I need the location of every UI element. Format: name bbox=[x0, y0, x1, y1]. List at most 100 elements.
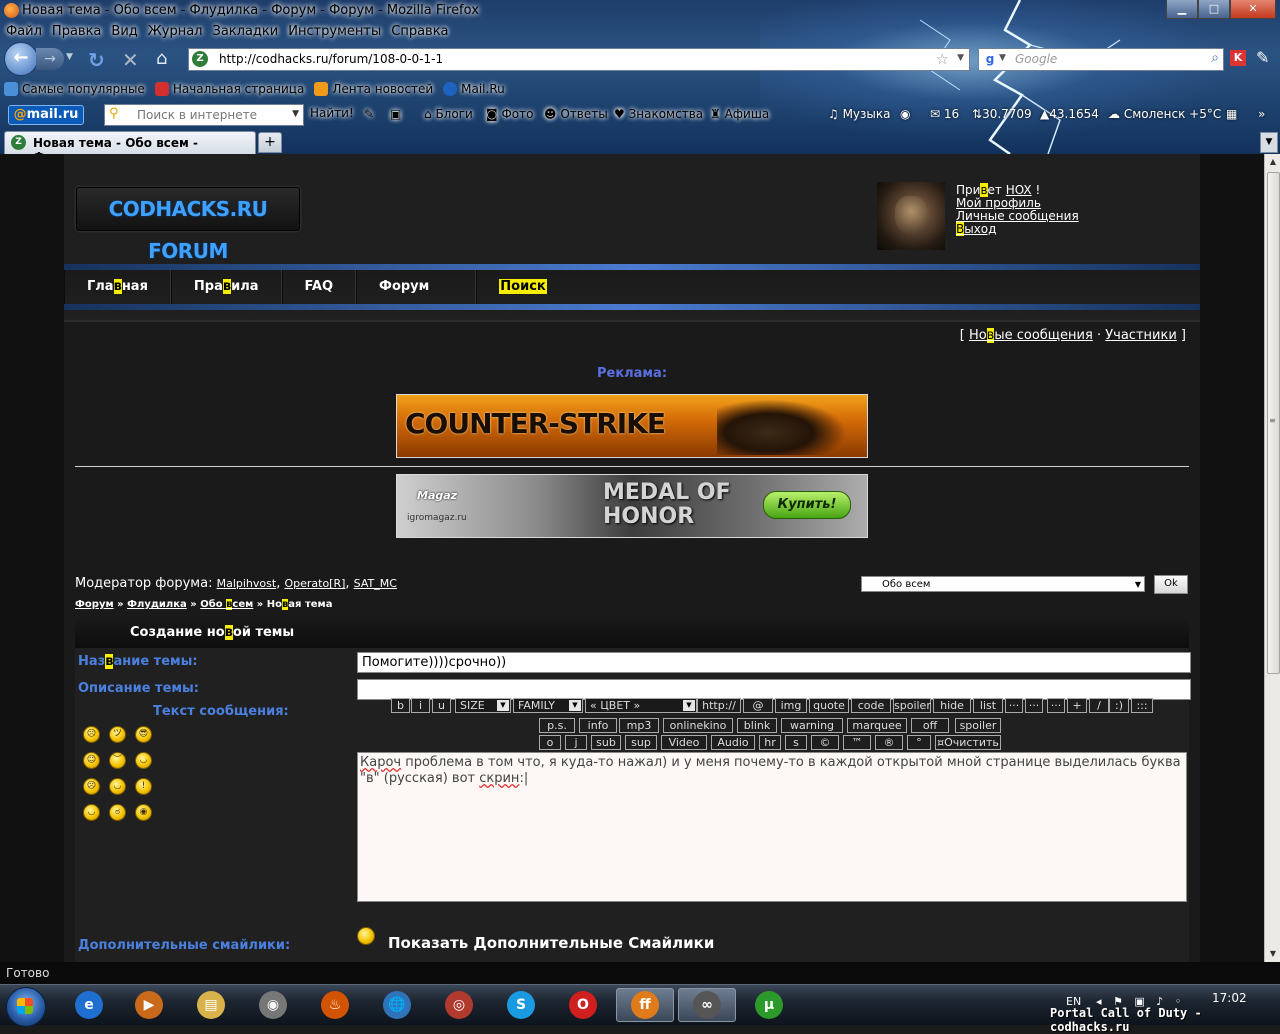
bbcode-button[interactable]: Video bbox=[661, 735, 707, 750]
bbcode-button[interactable]: ··· bbox=[1025, 698, 1043, 713]
clock[interactable]: 17:02 bbox=[1212, 991, 1247, 1005]
chevron-down-icon[interactable]: ▼ bbox=[292, 109, 299, 119]
bbcode-button[interactable]: spoiler bbox=[955, 718, 1001, 733]
stop-icon[interactable]: ✕ bbox=[122, 48, 139, 72]
toolbar-photo[interactable]: ◙ Фото bbox=[486, 107, 533, 121]
bookmark-start-page[interactable]: Начальная страница bbox=[154, 78, 304, 100]
smiley-icon[interactable]: ◡ bbox=[109, 778, 126, 795]
scroll-down-icon[interactable]: ▼ bbox=[1265, 946, 1280, 962]
maximize-button[interactable]: □ bbox=[1198, 0, 1230, 19]
smiley-icon[interactable]: ☹ bbox=[83, 726, 100, 743]
crumb-fludilka[interactable]: Флудилка bbox=[127, 599, 187, 610]
scroll-up-icon[interactable]: ▲ bbox=[1265, 154, 1280, 170]
taskbar-app-button[interactable]: µ bbox=[740, 988, 798, 1022]
bbcode-button[interactable]: sup bbox=[625, 735, 657, 750]
menu-tools[interactable]: Инструменты bbox=[288, 22, 381, 42]
members-link[interactable]: Участники bbox=[1105, 328, 1177, 343]
addon-icon[interactable]: K bbox=[1230, 50, 1246, 66]
topic-description-input[interactable] bbox=[357, 679, 1191, 700]
bbcode-button[interactable]: spoiler bbox=[893, 698, 931, 713]
nav-rules[interactable]: Правила bbox=[170, 270, 282, 304]
smiley-icon[interactable] bbox=[357, 927, 375, 945]
bbcode-button[interactable]: ::: bbox=[1131, 698, 1153, 713]
reload-icon[interactable]: ↻ bbox=[88, 48, 105, 72]
taskbar-app-button[interactable]: ◎ bbox=[430, 988, 488, 1022]
bbcode-button[interactable]: marquee bbox=[847, 718, 907, 733]
taskbar-app-button[interactable]: ♨ bbox=[306, 988, 364, 1022]
minimize-button[interactable]: ▁ bbox=[1166, 0, 1198, 19]
chat-icon[interactable]: ◉ bbox=[900, 107, 910, 121]
bookmark-mailru[interactable]: Mail.Ru bbox=[443, 78, 505, 100]
bbcode-button[interactable]: img bbox=[775, 698, 807, 713]
nav-faq[interactable]: FAQ bbox=[281, 270, 357, 304]
bookmark-star-icon[interactable]: ☆ bbox=[936, 50, 949, 68]
bbcode-button[interactable]: quote bbox=[809, 698, 849, 713]
crumb-forum[interactable]: Форум bbox=[75, 599, 114, 610]
ok-button[interactable]: Ok bbox=[1154, 575, 1188, 594]
search-engine-dropdown-icon[interactable]: ▼ bbox=[999, 53, 1006, 63]
nav-forum[interactable]: Форум bbox=[356, 270, 477, 304]
tab-new-topic[interactable]: Z Новая тема - Обо всем - Флудилка ... bbox=[4, 131, 256, 154]
bbcode-button[interactable]: / bbox=[1089, 698, 1109, 713]
buy-button[interactable]: Купить! bbox=[763, 491, 851, 519]
bbcode-button[interactable]: i bbox=[411, 698, 430, 713]
bbcode-button[interactable]: SIZE ▼ bbox=[455, 698, 511, 713]
my-profile-link[interactable]: Мой профиль bbox=[956, 196, 1041, 210]
google-icon[interactable]: g bbox=[982, 51, 998, 67]
smiley-icon[interactable]: ◡ bbox=[83, 804, 100, 821]
show-extra-smiles-link[interactable]: Показать Дополнительные Смайлики bbox=[388, 934, 714, 952]
bbcode-button[interactable]: b bbox=[391, 698, 410, 713]
smiley-icon[interactable]: 😎 bbox=[135, 726, 152, 743]
avatar[interactable] bbox=[877, 182, 945, 250]
toolbar-mail-count[interactable]: ✉ 16 bbox=[930, 107, 959, 121]
page-scrollbar[interactable]: ▲ ≡ ▼ bbox=[1264, 154, 1280, 962]
bbcode-button[interactable]: onlinekino bbox=[663, 718, 733, 733]
url-dropdown-icon[interactable]: ▼ bbox=[957, 53, 964, 63]
bbcode-button[interactable]: ··· bbox=[1047, 698, 1065, 713]
counter-strike-banner[interactable]: COUNTER-STRIKE bbox=[396, 394, 868, 458]
tab-list-icon[interactable]: ▼ bbox=[1260, 132, 1278, 153]
toolbar-more-icon[interactable]: » bbox=[1258, 107, 1265, 121]
bbcode-button[interactable]: @ bbox=[743, 698, 773, 713]
bbcode-button[interactable]: :) bbox=[1109, 698, 1129, 713]
find-button[interactable]: Найти! bbox=[310, 106, 354, 120]
new-tab-button[interactable]: + bbox=[258, 132, 282, 153]
bbcode-button[interactable]: s bbox=[785, 735, 807, 750]
settings-icon[interactable]: ✎ bbox=[1256, 48, 1269, 67]
taskbar-app-button[interactable]: S bbox=[492, 988, 550, 1022]
bbcode-button[interactable]: FAMILY ▼ bbox=[513, 698, 583, 713]
taskbar-app-button[interactable]: 🌐 bbox=[368, 988, 426, 1022]
taskbar-app-button[interactable]: ▤ bbox=[182, 988, 240, 1022]
smiley-icon[interactable]: ◉ bbox=[135, 804, 152, 821]
bookmark-news-feed[interactable]: Лента новостей bbox=[314, 78, 433, 100]
toolbar-usd-rate[interactable]: ⇅30.7709 bbox=[972, 107, 1032, 121]
smiley-icon[interactable]: ︶ bbox=[109, 752, 126, 769]
new-messages-link[interactable]: Новые сообщения bbox=[969, 328, 1093, 343]
mailru-search-input[interactable]: ⚲ Поиск в интернете ▼ bbox=[104, 104, 304, 126]
bbcode-button[interactable]: ™ bbox=[843, 735, 871, 750]
back-button[interactable]: ← bbox=[4, 42, 38, 76]
bbcode-button[interactable]: j bbox=[565, 735, 587, 750]
toolbar-afisha[interactable]: ♜ Афиша bbox=[710, 107, 769, 121]
close-button[interactable]: ✕ bbox=[1230, 0, 1276, 19]
toolbar-music[interactable]: ♫ Музыка bbox=[828, 107, 891, 121]
url-bar[interactable]: Z http://codhacks.ru/forum/108-0-0-1-1 ☆… bbox=[188, 48, 970, 71]
toolbar-weather[interactable]: ☁ Смоленск +5°C bbox=[1108, 107, 1221, 121]
menu-history[interactable]: Журнал bbox=[148, 22, 203, 42]
home-icon[interactable]: ⌂ bbox=[156, 48, 167, 69]
site-logo[interactable]: CODHACKS.RU FORUM bbox=[76, 187, 300, 263]
web-search-bar[interactable]: g ▼ Google ⌕ bbox=[978, 48, 1224, 71]
moderator-link[interactable]: SAT_MC bbox=[354, 577, 397, 590]
taskbar-app-button[interactable]: ∞ bbox=[678, 988, 736, 1022]
bbcode-button[interactable]: sub bbox=[591, 735, 621, 750]
bbcode-button[interactable]: hr bbox=[759, 735, 781, 750]
bbcode-button[interactable]: mp3 bbox=[619, 718, 659, 733]
toolbar-answers[interactable]: ☻ Ответы bbox=[544, 107, 608, 121]
toolbar-eur-rate[interactable]: ▲43.1654 bbox=[1040, 107, 1099, 121]
bbcode-button[interactable]: ° bbox=[907, 735, 931, 750]
bbcode-button[interactable]: Audio bbox=[711, 735, 755, 750]
toolbar-dating[interactable]: ♥ Знакомства bbox=[614, 107, 703, 121]
medal-of-honor-banner[interactable]: Magaz igromagaz.ru MEDAL OF HONOR Купить! bbox=[396, 474, 868, 538]
bbcode-button[interactable]: hide bbox=[933, 698, 971, 713]
edit-icon[interactable]: ✎ bbox=[364, 107, 374, 121]
